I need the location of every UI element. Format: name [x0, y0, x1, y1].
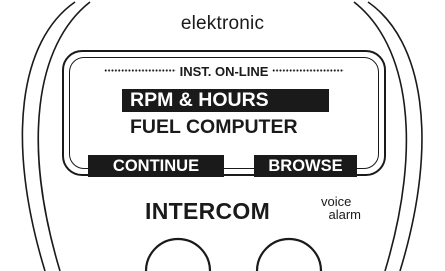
brand-logo: INTERCOM voice alarm: [145, 195, 361, 225]
brand-name: INTERCOM: [145, 198, 271, 224]
menu-item-fuel-computer[interactable]: FUEL COMPUTER: [130, 116, 298, 139]
right-button-icon[interactable]: [255, 237, 323, 271]
brand-sub-line2: alarm: [328, 207, 361, 222]
lcd-screen-inner: INST. ON-LINE RPM & HOURS FUEL COMPUTER …: [69, 57, 379, 177]
browse-softkey[interactable]: BROWSE: [254, 155, 357, 177]
continue-softkey[interactable]: CONTINUE: [88, 155, 224, 177]
dots-right: [272, 69, 345, 73]
lcd-screen: INST. ON-LINE RPM & HOURS FUEL COMPUTER …: [62, 50, 386, 177]
menu-item-rpm-hours[interactable]: RPM & HOURS: [122, 89, 329, 112]
brand-subtitle: voice alarm: [321, 195, 361, 221]
status-label: INST. ON-LINE: [179, 64, 269, 80]
dots-left: [103, 69, 176, 73]
left-button-icon[interactable]: [144, 237, 212, 271]
status-line: INST. ON-LINE: [70, 63, 378, 79]
brand-top-label: elektronic: [180, 13, 265, 34]
